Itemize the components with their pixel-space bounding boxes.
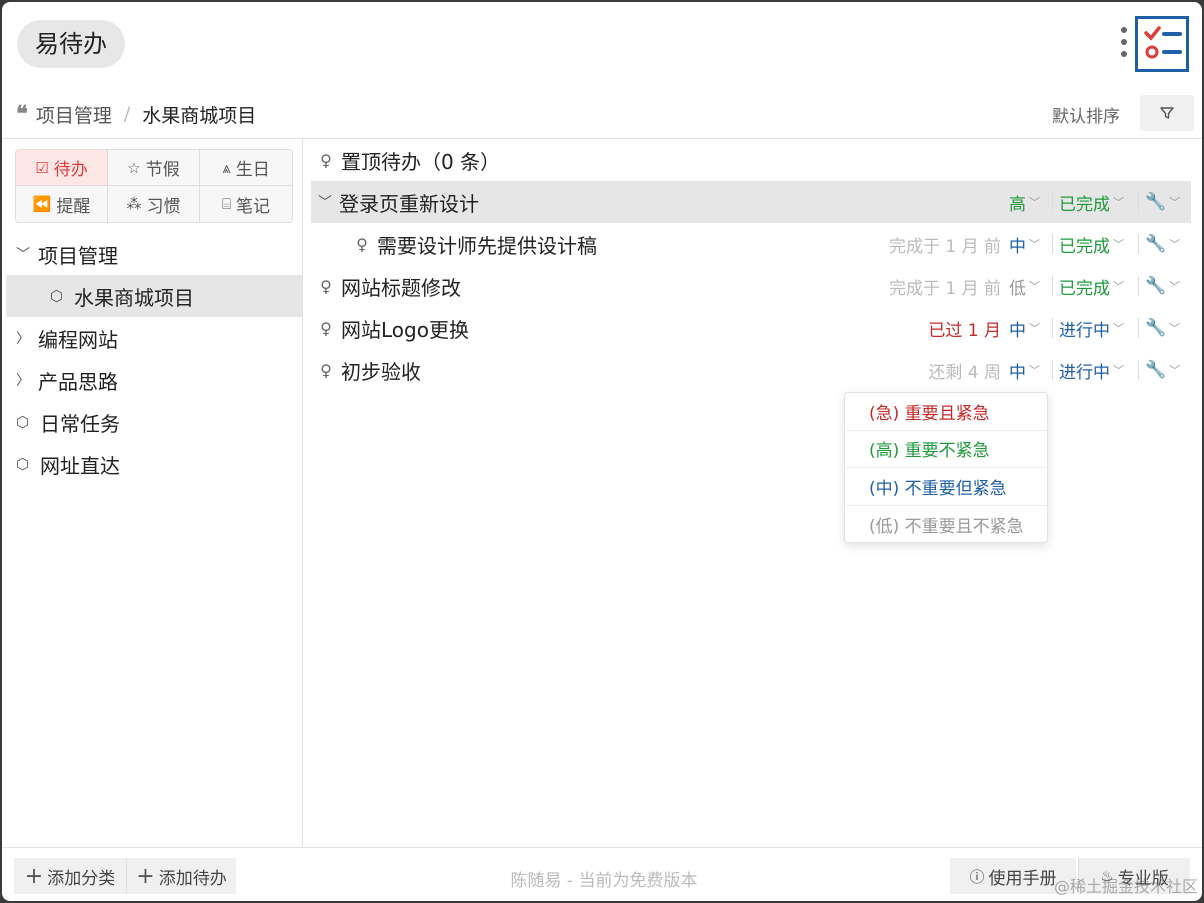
chevron-down-icon: ﹀ <box>1113 364 1124 377</box>
category-tabs: ☑ 待办 ☆ 节假 ⩓ 生日 ⏪ 提醒 ⁂ 习惯 ⌸ 笔记 <box>15 149 293 223</box>
menu-item-low[interactable]: (低) 不重要且不紧急 <box>845 506 1047 544</box>
status-select[interactable]: 已完成 ﹀ <box>1059 276 1139 299</box>
task-row[interactable]: ﹀ 登录页重新设计 高 ﹀ 已完成 ﹀ 🔧 ﹀ <box>311 181 1191 223</box>
chevron-down-icon: ﹀ <box>1029 280 1040 293</box>
task-row[interactable]: ♀ 需要设计师先提供设计稿 完成于 1 月 前 中 ﹀ 已完成 ﹀ 🔧 ﹀ <box>311 223 1191 265</box>
bulb-icon: ♀ <box>320 150 332 170</box>
cube-icon: ⬡ <box>16 455 30 473</box>
quote-icon: ❝ <box>16 101 28 127</box>
priority-select[interactable]: 中 ﹀ <box>1009 234 1053 257</box>
bulb-icon: ♀ <box>356 234 368 254</box>
status-select[interactable]: 已完成 ﹀ <box>1059 234 1139 257</box>
priority-select[interactable]: 高 ﹀ <box>1009 192 1053 215</box>
bulb-icon: ♀ <box>320 276 332 296</box>
habit-icon: ⁂ <box>126 195 142 213</box>
chevron-down-icon: ﹀ <box>1113 280 1124 293</box>
chevron-down-icon: ﹀ <box>1029 322 1040 335</box>
tab-birthday[interactable]: ⩓ 生日 <box>200 150 292 186</box>
status-select[interactable]: 进行中 ﹀ <box>1059 360 1139 383</box>
tree-item-product-ideas[interactable]: 〉 产品思路 <box>2 359 302 401</box>
help-icon: ⓘ <box>969 867 985 886</box>
status-select[interactable]: 进行中 ﹀ <box>1059 318 1139 341</box>
sidebar: ☑ 待办 ☆ 节假 ⩓ 生日 ⏪ 提醒 ⁂ 习惯 ⌸ 笔记 ﹀ 项目管理 ⬡ 水果商城项目 … <box>2 139 302 847</box>
star-icon: ☆ <box>127 158 141 177</box>
bulb-icon: ♀ <box>320 318 332 338</box>
task-row[interactable]: ♀ 网站标题修改 完成于 1 月 前 低 ﹀ 已完成 ﹀ 🔧 ﹀ <box>311 265 1191 307</box>
chevron-down-icon[interactable]: ﹀ <box>317 192 333 212</box>
wrench-icon[interactable]: 🔧 ﹀ <box>1145 360 1191 380</box>
watermark: @稀土掘金技术社区 <box>1053 877 1198 896</box>
filter-button[interactable] <box>1140 95 1194 131</box>
task-list: ♀ 置顶待办（0 条） ﹀ 登录页重新设计 高 ﹀ 已完成 ﹀ 🔧 ﹀ ♀ 需要设计师… <box>303 139 1202 847</box>
pinned-header[interactable]: ♀ 置顶待办（0 条） <box>311 139 1191 181</box>
chevron-down-icon[interactable]: ﹀ <box>16 244 30 264</box>
tree-item-programming-site[interactable]: 〉 编程网站 <box>2 317 302 359</box>
wrench-icon[interactable]: 🔧 ﹀ <box>1145 318 1191 338</box>
logo-icon <box>1135 16 1189 72</box>
task-time: 已过 1 月 <box>928 320 1001 341</box>
tree-item-fruit-mall[interactable]: ⬡ 水果商城项目 <box>6 275 302 317</box>
tree-item-daily-tasks[interactable]: ⬡ 日常任务 <box>2 401 302 443</box>
task-time: 完成于 1 月 前 <box>888 278 1001 299</box>
rewind-icon: ⏪ <box>32 195 52 213</box>
breadcrumb-item-fruit-mall: 水果商城项目 <box>142 104 257 127</box>
cube-icon: ⬡ <box>50 287 64 305</box>
breadcrumb: ❝ 项目管理 / 水果商城项目 <box>16 98 256 130</box>
chevron-down-icon: ﹀ <box>1029 196 1040 209</box>
menu-item-high[interactable]: (高) 重要不紧急 <box>845 431 1047 468</box>
tab-reminder[interactable]: ⏪ 提醒 <box>16 186 108 222</box>
app-title[interactable]: 易待办 <box>17 20 125 68</box>
menu-item-urgent[interactable]: (急) 重要且紧急 <box>845 393 1047 431</box>
wrench-icon[interactable]: 🔧 ﹀ <box>1145 234 1191 254</box>
app-window: 易待办 ❝ 项目管理 / 水果商城项目 默认排序 ☑ 待办 ☆ 节假 ⩓ 生日 ⏪ 提醒 <box>2 2 1202 901</box>
tree-item-bookmarks[interactable]: ⬡ 网址直达 <box>2 443 302 485</box>
chevron-right-icon[interactable]: 〉 <box>16 370 30 390</box>
tree-item-project-management[interactable]: ﹀ 项目管理 <box>2 233 302 275</box>
menu-item-mid[interactable]: (中) 不重要但紧急 <box>845 468 1047 506</box>
filter-icon <box>1160 107 1174 119</box>
breadcrumb-separator: / <box>123 103 131 125</box>
wrench-icon[interactable]: 🔧 ﹀ <box>1145 192 1191 212</box>
more-vertical-icon[interactable] <box>1118 27 1130 63</box>
priority-select[interactable]: 中 ﹀ <box>1009 360 1053 383</box>
wrench-icon[interactable]: 🔧 ﹀ <box>1145 276 1191 296</box>
bulb-icon: ♀ <box>320 360 332 380</box>
status-select[interactable]: 已完成 ﹀ <box>1059 192 1139 215</box>
chevron-down-icon: ﹀ <box>1029 364 1040 377</box>
task-row[interactable]: ♀ 网站Logo更换 已过 1 月 中 ﹀ 进行中 ﹀ 🔧 ﹀ <box>311 307 1191 349</box>
task-time: 还剩 4 周 <box>928 362 1001 383</box>
task-row[interactable]: ♀ 初步验收 还剩 4 周 中 ﹀ 进行中 ﹀ 🔧 ﹀ <box>311 349 1191 391</box>
chevron-right-icon[interactable]: 〉 <box>16 328 30 348</box>
chevron-down-icon: ﹀ <box>1113 196 1124 209</box>
tab-holiday[interactable]: ☆ 节假 <box>108 150 200 186</box>
person-icon: ⩓ <box>222 158 231 177</box>
priority-select[interactable]: 低 ﹀ <box>1009 276 1053 299</box>
cube-icon: ⬡ <box>16 413 30 431</box>
project-tree: ﹀ 项目管理 ⬡ 水果商城项目 〉 编程网站 〉 产品思路 ⬡ 日常任务 ⬡ 网… <box>2 233 302 485</box>
priority-menu: (急) 重要且紧急 (高) 重要不紧急 (中) 不重要但紧急 (低) 不重要且不… <box>844 392 1048 543</box>
tab-todo[interactable]: ☑ 待办 <box>16 150 108 186</box>
checkbox-icon: ☑ <box>35 158 49 177</box>
sort-dropdown[interactable]: 默认排序 <box>1052 102 1120 127</box>
note-icon: ⌸ <box>221 195 231 213</box>
header: 易待办 <box>2 2 1202 90</box>
tab-note[interactable]: ⌸ 笔记 <box>200 186 292 222</box>
priority-select[interactable]: 中 ﹀ <box>1009 318 1053 341</box>
chevron-down-icon: ﹀ <box>1113 322 1124 335</box>
task-time: 完成于 1 月 前 <box>888 236 1001 257</box>
chevron-down-icon: ﹀ <box>1113 238 1124 251</box>
breadcrumb-item-project-management[interactable]: 项目管理 <box>36 101 112 128</box>
chevron-down-icon: ﹀ <box>1029 238 1040 251</box>
footer: + 添加分类 + 添加待办 陈随易 - 当前为免费版本 ⓘ 使用手册 ♨ 专业版 @稀土… <box>2 848 1202 901</box>
tab-habit[interactable]: ⁂ 习惯 <box>108 186 200 222</box>
